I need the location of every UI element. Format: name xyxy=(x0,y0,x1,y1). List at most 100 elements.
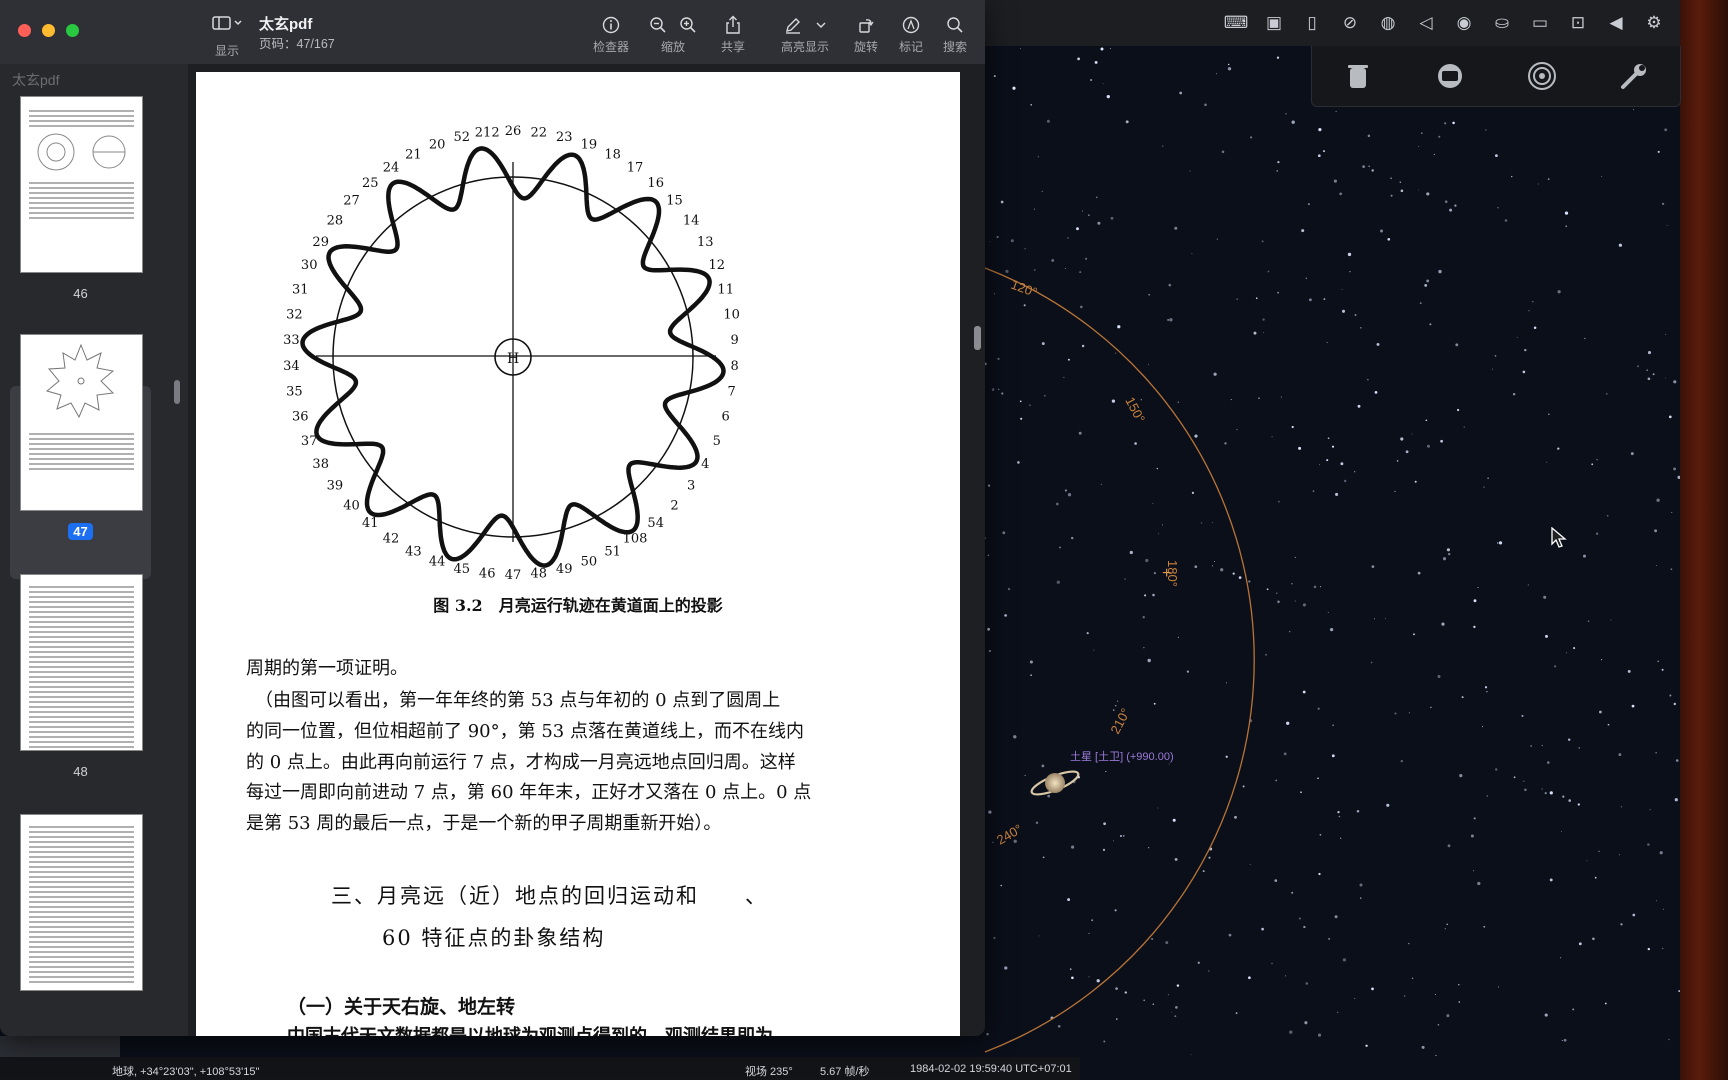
video-icon[interactable]: ▭ xyxy=(1528,11,1552,35)
star xyxy=(1064,267,1067,270)
wrench-icon[interactable] xyxy=(1617,59,1651,93)
orbit-point-label: 40 xyxy=(343,498,360,513)
center-label: H xyxy=(507,351,519,367)
star xyxy=(1610,619,1612,621)
zoom-button[interactable] xyxy=(66,24,79,37)
star xyxy=(1024,248,1026,250)
microphone-icon[interactable]: ◉ xyxy=(1452,11,1476,35)
satellite-icon[interactable]: ⊘ xyxy=(1338,11,1362,35)
drive-icon[interactable]: ⛀ xyxy=(1490,11,1514,35)
star xyxy=(1080,305,1083,309)
zoom-out-icon[interactable] xyxy=(649,16,667,34)
star xyxy=(1119,834,1123,838)
star xyxy=(1224,442,1227,445)
zoom-in-icon[interactable] xyxy=(679,16,697,34)
star xyxy=(1647,843,1650,846)
share-button[interactable]: 共享 xyxy=(715,12,751,60)
star xyxy=(1421,1045,1425,1049)
target-icon[interactable] xyxy=(1525,59,1559,93)
star xyxy=(1513,776,1516,779)
chevron-down-icon[interactable] xyxy=(816,21,826,29)
document-view[interactable]: H 26 22 23 19 18 17 16 15 14 13 12 11 10 9 8 7 6 5 4 3 2 54 10… xyxy=(188,64,985,1036)
orbit-point-label: 8 xyxy=(730,359,738,374)
highlight-button[interactable]: 高亮显示 xyxy=(772,12,838,60)
star xyxy=(1477,586,1479,589)
page-thumbnail-46[interactable] xyxy=(20,96,143,273)
star xyxy=(1030,103,1033,106)
star xyxy=(1494,355,1497,357)
star xyxy=(1168,763,1170,765)
keyboard-icon[interactable]: ⌨ xyxy=(1224,11,1249,35)
star xyxy=(1033,208,1035,210)
star xyxy=(1167,319,1169,321)
display-icon[interactable] xyxy=(1433,59,1467,93)
star xyxy=(1578,942,1582,946)
zoom-controls[interactable]: 缩放 xyxy=(645,12,701,60)
highlight-label: 高亮显示 xyxy=(780,40,829,54)
close-button[interactable] xyxy=(18,24,31,37)
volume-icon[interactable]: ◁ xyxy=(1414,11,1438,35)
paragraph-line: 周期的第一项证明。 xyxy=(246,658,408,679)
star xyxy=(1234,815,1237,819)
gear-icon[interactable]: ⚙ xyxy=(1642,11,1666,35)
star xyxy=(1197,961,1200,964)
globe-icon[interactable]: ◍ xyxy=(1376,11,1400,35)
star xyxy=(1365,1044,1368,1048)
collapse-arrow-icon[interactable]: ◀ xyxy=(1604,11,1628,35)
star xyxy=(1318,128,1322,132)
thumbnail-page-number: 46 xyxy=(73,286,88,301)
page-thumbnail-48[interactable] xyxy=(20,574,143,751)
markup-button[interactable]: 标记 xyxy=(893,12,929,60)
star xyxy=(1100,483,1102,486)
document-scrollbar[interactable] xyxy=(974,326,981,350)
star xyxy=(1081,344,1085,348)
folder-icon[interactable]: ⊡ xyxy=(1566,11,1590,35)
sidebar-toggle-button[interactable]: 显示 xyxy=(207,14,247,58)
trash-icon[interactable] xyxy=(1341,59,1375,93)
star xyxy=(1495,768,1498,771)
screen-icon[interactable]: ▣ xyxy=(1262,11,1286,35)
star xyxy=(1337,810,1340,814)
star xyxy=(1339,192,1343,196)
battery-icon[interactable]: ▯ xyxy=(1300,11,1324,35)
star xyxy=(1618,243,1623,247)
star xyxy=(1291,583,1293,585)
star xyxy=(987,484,991,487)
inspector-button[interactable]: 检查器 xyxy=(585,12,637,60)
star xyxy=(1276,592,1278,594)
orbit-point-label: 52 xyxy=(454,130,471,145)
page-thumbnail-49[interactable] xyxy=(20,814,143,991)
star xyxy=(1019,400,1022,403)
star xyxy=(1646,369,1648,371)
star xyxy=(1001,392,1004,395)
star xyxy=(1354,313,1357,317)
star xyxy=(1343,479,1347,483)
rotate-button[interactable]: 旋转 xyxy=(848,12,884,60)
star xyxy=(1029,660,1033,664)
star xyxy=(1620,923,1623,926)
star xyxy=(1587,620,1590,622)
orbit-point-label: 16 xyxy=(647,176,664,191)
minimize-button[interactable] xyxy=(42,24,55,37)
star xyxy=(1441,622,1445,626)
star xyxy=(1362,165,1365,168)
star xyxy=(1214,561,1215,562)
star xyxy=(1071,976,1074,980)
star xyxy=(1041,342,1045,346)
page-thumbnail-47[interactable] xyxy=(20,334,143,511)
star xyxy=(1086,632,1089,635)
rotate-icon xyxy=(859,19,874,33)
star xyxy=(1063,376,1065,378)
star xyxy=(1078,431,1082,435)
star xyxy=(1497,542,1499,544)
star xyxy=(1004,966,1008,970)
star xyxy=(1227,63,1230,66)
star xyxy=(1125,120,1129,124)
star xyxy=(1143,647,1145,649)
sidebar-scrollbar[interactable] xyxy=(174,380,180,404)
star xyxy=(1342,958,1347,962)
star xyxy=(1400,759,1403,763)
orbit-point-label: 11 xyxy=(717,282,734,297)
star xyxy=(1411,433,1413,435)
search-button[interactable]: 搜索 xyxy=(937,12,973,60)
